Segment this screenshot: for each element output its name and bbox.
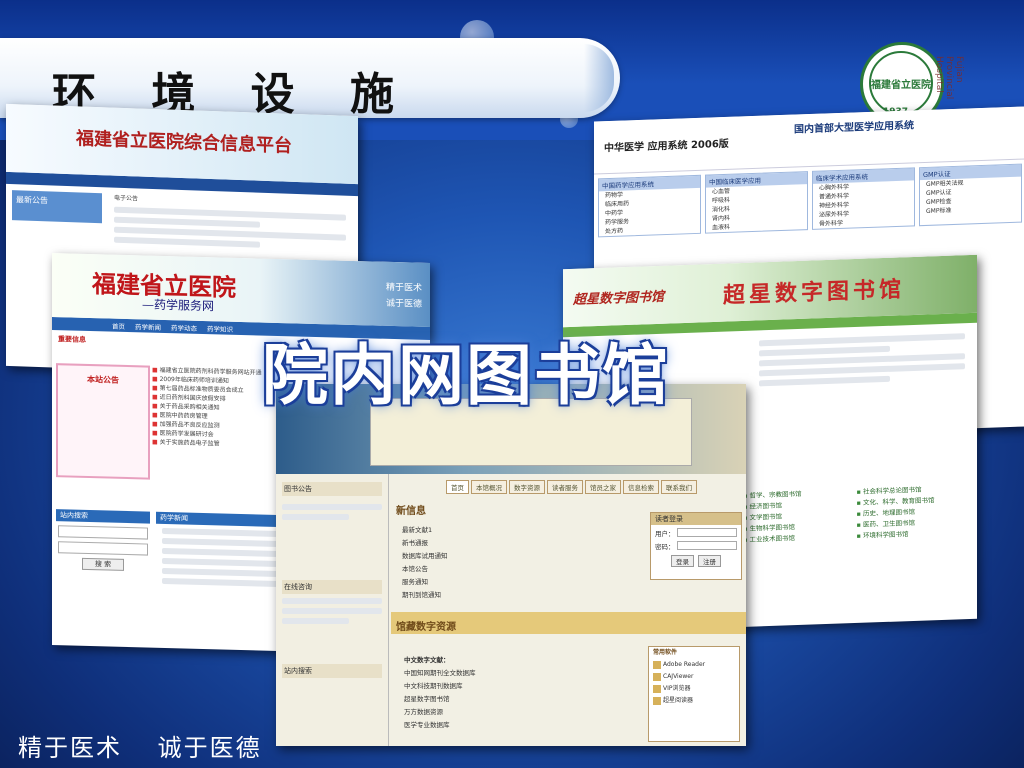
- login-box: 读者登录 用户： 密码： 登录 注册: [650, 512, 742, 580]
- news-item[interactable]: 数据库试用通知: [402, 550, 448, 563]
- news-heading: 新信息: [396, 506, 426, 517]
- login-pwd-label: 密码：: [655, 543, 675, 551]
- pharmacy-nav-item[interactable]: 药学动态: [171, 322, 197, 333]
- software-item-label: Adobe Reader: [663, 661, 706, 668]
- chinese-db-list: 中文数字文献： 中国知网期刊全文数据库 中文科技期刊数据库 超星数字图书馆 万方数据资…: [404, 654, 476, 732]
- software-item[interactable]: 超星阅读器: [653, 695, 739, 707]
- medical-column: 中国临床医学应用 心血管 呼吸科 消化科 肾内科 血液科: [705, 171, 808, 234]
- software-title: 常用软件: [653, 649, 678, 656]
- username-input[interactable]: [676, 528, 737, 537]
- portal-nav-tab[interactable]: 本馆概况: [471, 480, 507, 494]
- info-platform-title: 福建省立医院综合信息平台: [76, 128, 292, 157]
- digital-library-heading: 超星数字图书馆: [723, 276, 906, 309]
- news-item[interactable]: 最新文献1: [402, 524, 448, 537]
- sidebar-consult: 在线咨询: [282, 580, 382, 594]
- library-overlay-title: 院内网图书馆: [262, 336, 670, 414]
- chinese-db-item[interactable]: 医学专业数据库: [404, 719, 476, 732]
- info-platform-banner: 福建省立医院综合信息平台: [6, 103, 358, 185]
- medical-column: 临床学术应用系统 心胸外科学 普通外科学 神经外科学 泌尿外科学 骨外科学: [812, 167, 915, 230]
- software-item[interactable]: Adobe Reader: [653, 659, 739, 671]
- news-item[interactable]: 本馆公告: [402, 563, 448, 576]
- news-list: 最新文献1 新书通报 数据库试用通知 本馆公告 服务通知 期刊到馆通知: [402, 524, 448, 602]
- pharmacy-nav-item[interactable]: 药学新闻: [135, 321, 161, 332]
- software-item-label: CAJViewer: [663, 673, 694, 680]
- chinese-db-item[interactable]: 超星数字图书馆: [404, 693, 476, 706]
- login-button[interactable]: 登录: [671, 555, 694, 567]
- pharmacy-subtitle: —药学服务网: [142, 297, 215, 314]
- pharmacy-nav-item[interactable]: 首页: [112, 320, 125, 330]
- news-item[interactable]: 新书通报: [402, 537, 448, 550]
- library-category-link[interactable]: 环境科学图书馆: [857, 527, 964, 542]
- portal-nav-tab[interactable]: 首页: [446, 480, 469, 494]
- medical-column: 中国药学应用系统 药物学 临床用药 中药学 药学服务 处方药: [598, 174, 701, 238]
- login-title: 读者登录: [651, 513, 741, 525]
- login-user-label: 用户：: [655, 530, 675, 538]
- category-select[interactable]: [58, 541, 148, 556]
- portal-nav-tab[interactable]: 馆员之家: [585, 480, 621, 494]
- digital-library-logo: 超星数字图书馆: [573, 289, 665, 308]
- medical-system-logo: 中华医学 应用系统 2006版: [604, 138, 729, 155]
- chinese-db-item[interactable]: 中国知网期刊全文数据库: [404, 667, 476, 680]
- search-box-title: 站内搜索: [56, 509, 150, 524]
- library-category-links: 哲学、宗教图书馆经济图书馆文学图书馆生物科学图书馆工业技术图书馆社会科学总论图书…: [743, 483, 963, 546]
- screenshot-library-portal: 图书公告 在线咨询 站内搜索 首页 本馆概况 数字资源 读者服务 馆员之家 信息检索 联系我…: [276, 384, 746, 746]
- pharmacy-slogan-1: 精于医术: [385, 282, 422, 294]
- software-item[interactable]: VIP浏览器: [653, 683, 739, 695]
- portal-nav: 首页 本馆概况 数字资源 读者服务 馆员之家 信息检索 联系我们: [446, 480, 697, 494]
- news-item[interactable]: 服务通知: [402, 576, 448, 589]
- pharmacy-slogan-2: 诚于医德: [385, 298, 422, 310]
- notice-panel: 本站公告: [56, 363, 150, 480]
- password-input[interactable]: [676, 541, 737, 550]
- sidebar-search: 站内搜索: [282, 664, 382, 678]
- footer-motto: 精于医术 诚于医德: [18, 734, 262, 762]
- chinese-db-label: 中文数字文献：: [404, 656, 450, 664]
- portal-nav-tab[interactable]: 数字资源: [509, 480, 545, 494]
- portal-nav-tab[interactable]: 联系我们: [661, 480, 697, 494]
- search-button[interactable]: 搜 索: [82, 557, 124, 571]
- chinese-db-item[interactable]: 中文科技期刊数据库: [404, 680, 476, 693]
- software-item[interactable]: CAJViewer: [653, 671, 739, 683]
- software-box: 常用软件 Adobe Reader CAJViewer VIP浏览器 超星阅读器: [648, 646, 740, 742]
- medical-system-heading: 国内首部大型医学应用系统: [794, 120, 914, 136]
- chinese-db-item[interactable]: 万方数据资源: [404, 706, 476, 719]
- resource-heading: 馆藏数字资源: [396, 622, 456, 633]
- search-box: 站内搜索 搜 索: [56, 509, 150, 575]
- pharmacy-nav-item[interactable]: 药学知识: [207, 323, 233, 334]
- software-icon: [653, 684, 661, 693]
- notice-header: 本站公告: [87, 374, 119, 385]
- logo-text: 福建省立医院: [869, 51, 933, 115]
- sidebar-notice: 图书公告: [282, 482, 382, 496]
- software-item-label: VIP浏览器: [663, 685, 691, 692]
- medical-column: GMP认证 GMP相关法规 GMP认证 GMP检查 GMP标准: [919, 163, 1022, 227]
- software-icon: [653, 660, 661, 669]
- portal-nav-tab[interactable]: 读者服务: [547, 480, 583, 494]
- library-category-link[interactable]: 工业技术图书馆: [743, 531, 850, 546]
- software-item-label: 超星阅读器: [663, 697, 694, 704]
- search-input[interactable]: [58, 525, 148, 540]
- software-icon: [653, 672, 661, 681]
- news-item[interactable]: 期刊到馆通知: [402, 589, 448, 602]
- software-icon: [653, 696, 661, 705]
- register-button[interactable]: 注册: [698, 555, 721, 567]
- pharmacy-banner: 福建省立医院 —药学服务网 精于医术 诚于医德: [52, 253, 430, 327]
- latest-notice-box: 最新公告: [12, 190, 102, 224]
- portal-nav-tab[interactable]: 信息检索: [623, 480, 659, 494]
- portal-sidebar: 图书公告 在线咨询 站内搜索: [276, 474, 389, 746]
